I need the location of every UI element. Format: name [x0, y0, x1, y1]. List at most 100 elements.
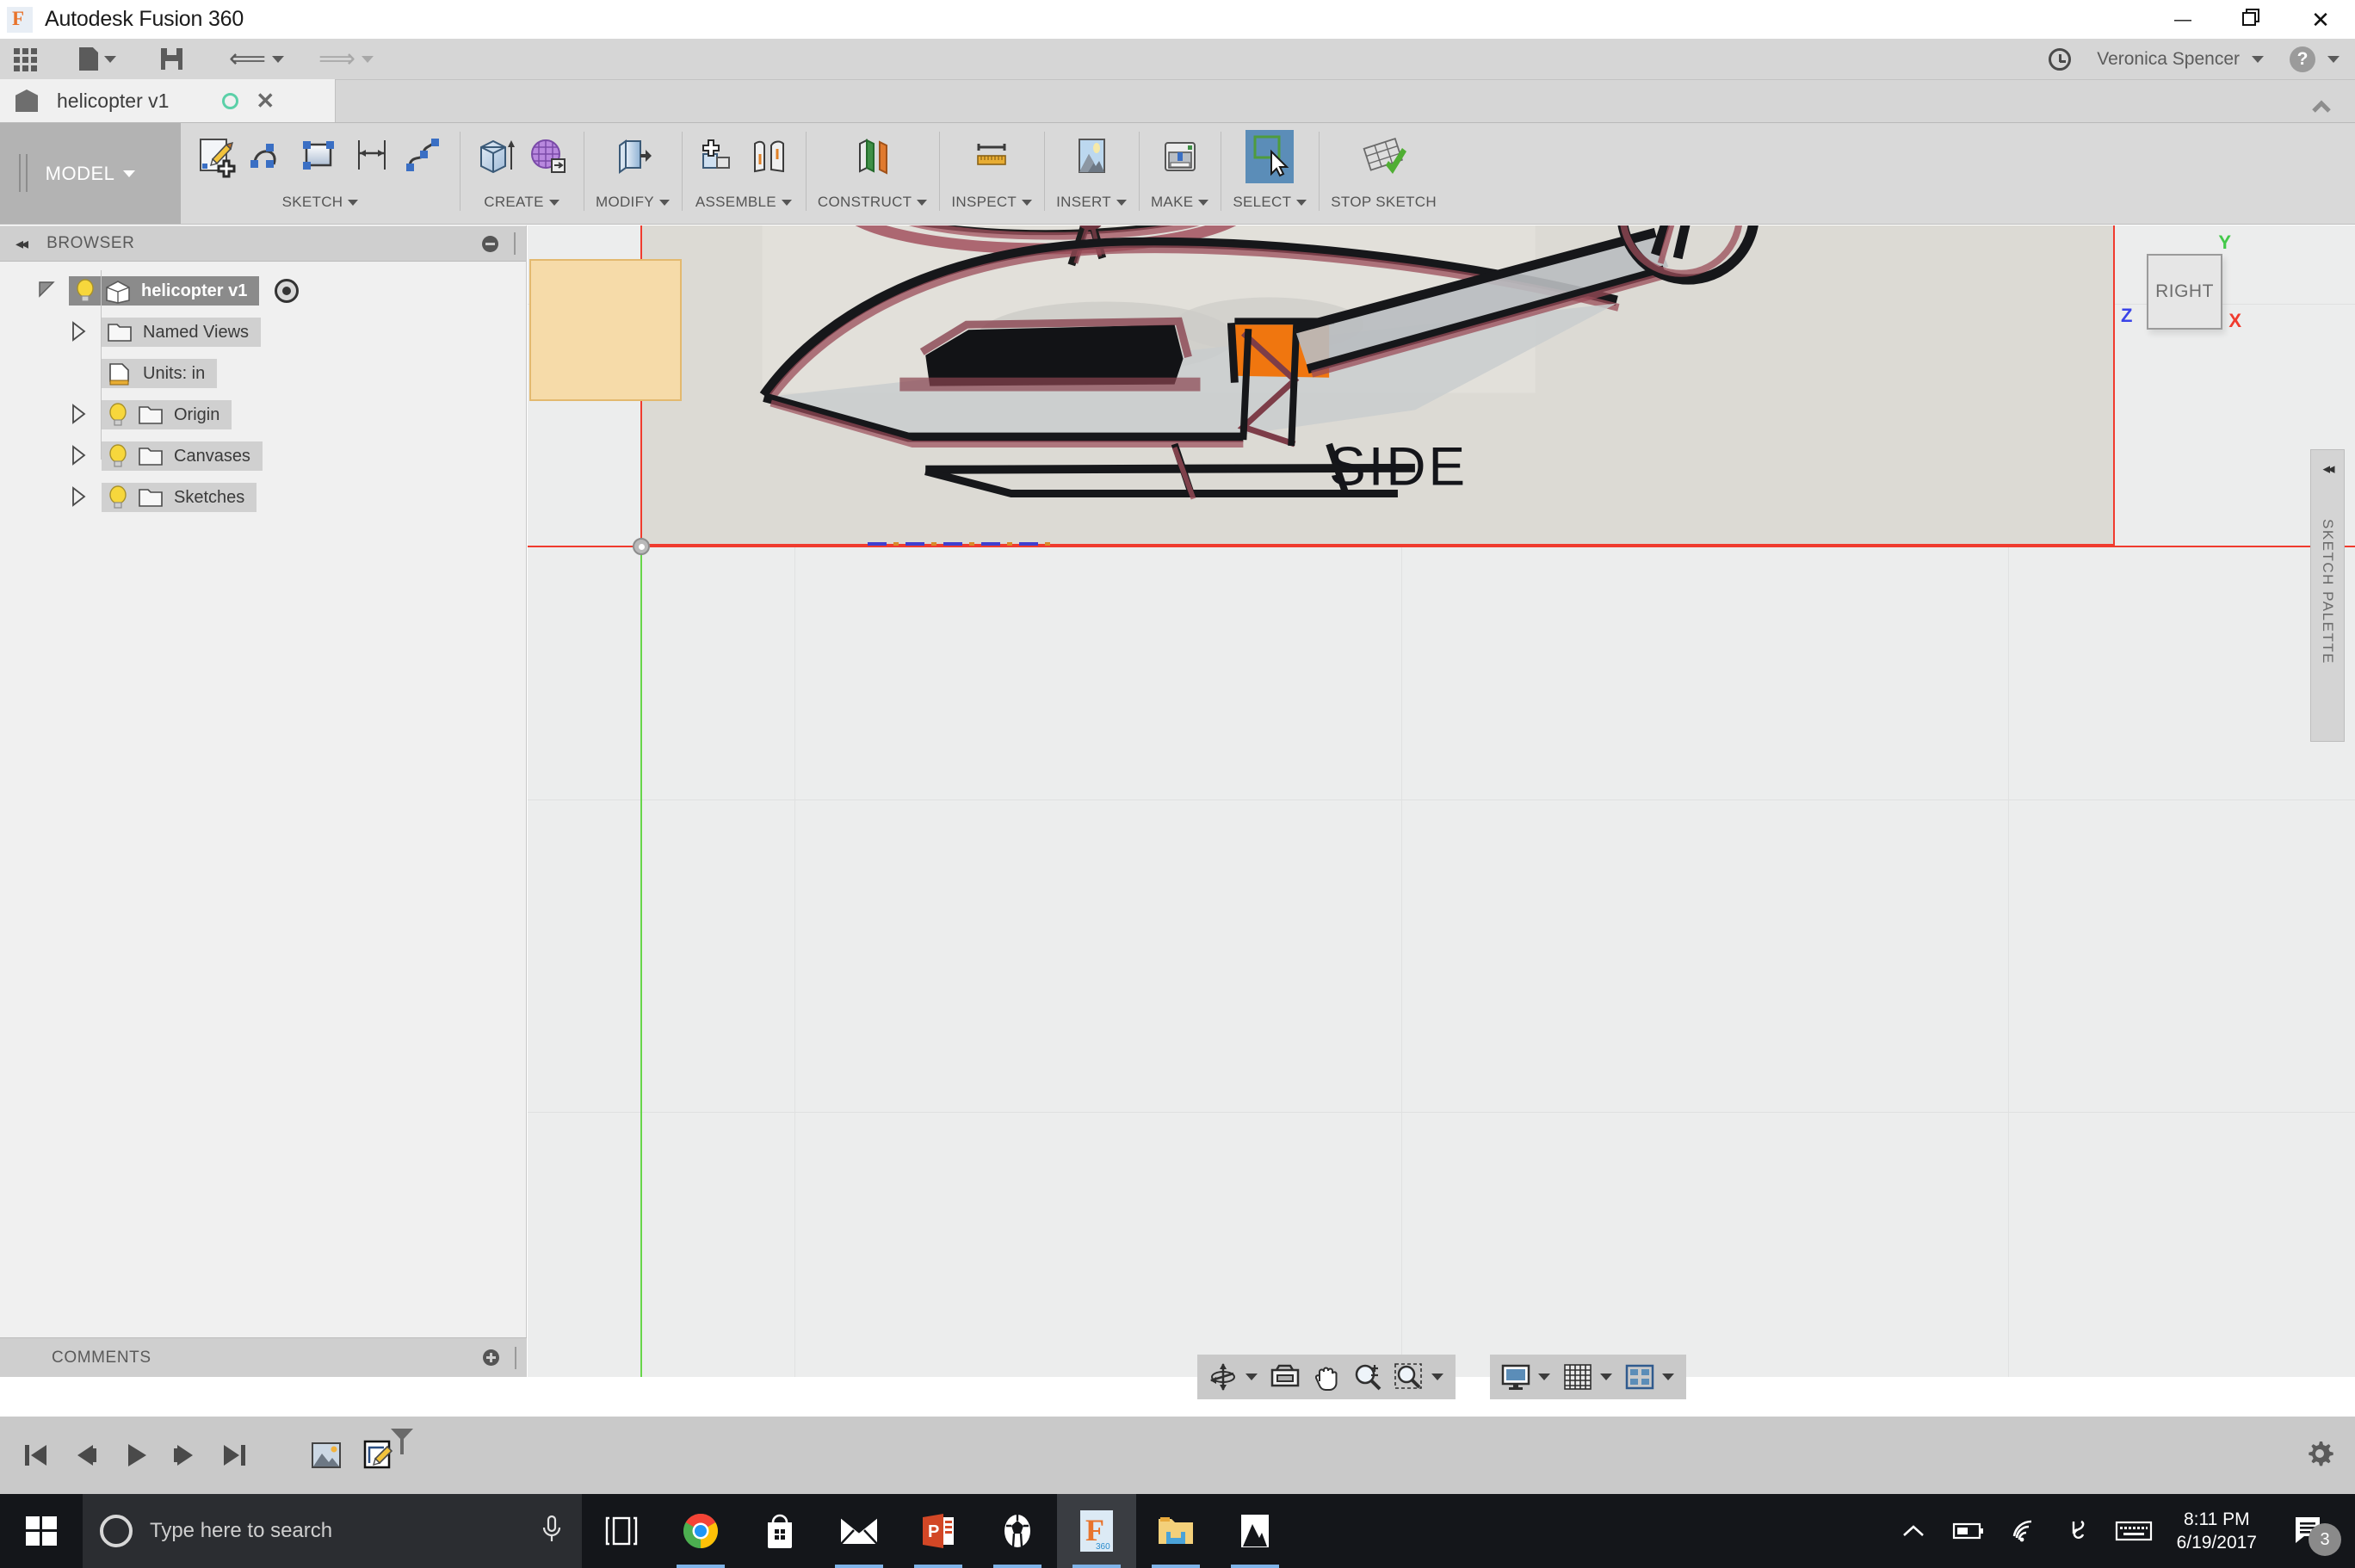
pen-icon[interactable] — [2051, 1494, 2106, 1568]
new-component-icon[interactable] — [694, 130, 742, 183]
chevron-down-icon[interactable] — [1661, 1374, 1674, 1380]
pan-hand-icon[interactable] — [1307, 1358, 1345, 1396]
wifi-icon[interactable] — [1996, 1494, 2051, 1568]
ribbon-group-label-inspect[interactable]: INSPECT — [951, 194, 1033, 211]
offset-plane-icon[interactable] — [849, 130, 897, 183]
visibility-bulb-icon[interactable] — [107, 402, 129, 428]
taskbar-clock[interactable]: 8:11 PM 6/19/2017 — [2161, 1508, 2272, 1555]
insert-canvas-icon[interactable] — [1067, 130, 1116, 183]
workspace-selector-model[interactable]: MODEL — [0, 123, 181, 224]
grid-snap-icon[interactable] — [1559, 1358, 1597, 1396]
rectangle-icon[interactable] — [296, 130, 344, 183]
select-cursor-icon[interactable] — [1245, 130, 1295, 183]
document-tab-helicopter[interactable]: helicopter v1 ✕ — [0, 79, 336, 122]
redo-button[interactable]: ⟹ — [313, 41, 379, 77]
joint-icon[interactable] — [745, 130, 794, 183]
twist-closed-icon[interactable] — [69, 444, 93, 468]
app-grid-icon[interactable] — [14, 47, 37, 71]
ribbon-group-label-assemble[interactable]: ASSEMBLE — [695, 194, 792, 211]
save-button[interactable] — [156, 41, 188, 77]
resize-gripper[interactable] — [515, 1346, 522, 1369]
photos-icon[interactable] — [1215, 1494, 1295, 1568]
minimize-button[interactable]: — — [2148, 0, 2217, 39]
taskbar-search-box[interactable]: Type here to search — [83, 1494, 582, 1568]
orbit-icon[interactable] — [1204, 1358, 1242, 1396]
microphone-icon[interactable] — [539, 1514, 565, 1549]
viewports-icon[interactable] — [1621, 1358, 1659, 1396]
sketch-palette-strip[interactable]: ◂◂ SKETCH PALETTE — [2310, 449, 2345, 742]
expand-sketch-palette-icon[interactable]: ◂◂ — [2322, 460, 2334, 478]
ribbon-group-label-select[interactable]: SELECT — [1233, 194, 1307, 211]
dimension-icon[interactable] — [348, 130, 396, 183]
activate-component-icon[interactable] — [275, 279, 300, 303]
measure-icon[interactable] — [967, 130, 1016, 183]
step-back-icon[interactable] — [62, 1432, 108, 1478]
sketch-feature-icon[interactable] — [356, 1429, 413, 1478]
action-center-icon[interactable]: 3 — [2272, 1494, 2346, 1568]
tree-item-helicopter[interactable]: helicopter v1 — [0, 270, 526, 312]
new-document-button[interactable] — [74, 41, 121, 77]
chevron-down-icon[interactable] — [2252, 55, 2264, 63]
ribbon-group-label-insert[interactable]: INSERT — [1056, 194, 1127, 211]
twist-closed-icon[interactable] — [69, 485, 93, 509]
ribbon-group-label-make[interactable]: MAKE — [1151, 194, 1209, 211]
display-settings-icon[interactable] — [1497, 1358, 1535, 1396]
twist-open-icon[interactable] — [36, 279, 60, 303]
close-button[interactable]: ✕ — [2286, 0, 2355, 39]
timeline-marker-icon[interactable] — [389, 1427, 415, 1460]
visibility-bulb-icon[interactable] — [74, 278, 96, 304]
mail-icon[interactable] — [819, 1494, 899, 1568]
add-comment-icon[interactable] — [483, 1349, 499, 1366]
minimize-browser-icon[interactable] — [482, 235, 498, 252]
chevron-down-icon[interactable] — [1431, 1374, 1443, 1380]
file-explorer-icon[interactable] — [1136, 1494, 1215, 1568]
go-to-beginning-icon[interactable] — [12, 1432, 59, 1478]
visibility-bulb-icon[interactable] — [107, 485, 129, 510]
twist-closed-icon[interactable] — [69, 320, 93, 344]
arc-icon[interactable] — [244, 130, 293, 183]
tree-item-units[interactable]: Units: in — [0, 353, 526, 394]
keyboard-icon[interactable] — [2106, 1494, 2161, 1568]
collapse-ribbon-button[interactable] — [2307, 98, 2355, 122]
play-icon[interactable] — [112, 1432, 158, 1478]
chevron-down-icon[interactable] — [1599, 1374, 1612, 1380]
3d-print-icon[interactable] — [1156, 130, 1204, 183]
powerpoint-icon[interactable]: P — [899, 1494, 978, 1568]
soccer-app-icon[interactable] — [978, 1494, 1057, 1568]
collapse-browser-icon[interactable]: ◂◂ — [15, 235, 28, 253]
fit-zoom-icon[interactable] — [1390, 1358, 1428, 1396]
helicopter-reference-canvas[interactable]: SIDE — [640, 225, 2115, 546]
comments-panel-header[interactable]: COMMENTS — [0, 1337, 527, 1377]
tree-item-sketches[interactable]: Sketches — [0, 477, 526, 518]
close-icon[interactable]: ✕ — [256, 88, 275, 114]
tree-item-canvases[interactable]: Canvases — [0, 435, 526, 477]
look-at-icon[interactable] — [1266, 1358, 1304, 1396]
windows-start-icon[interactable] — [0, 1494, 83, 1568]
job-status-clock-icon[interactable] — [2049, 47, 2072, 71]
sketch-origin-point[interactable] — [633, 538, 650, 555]
create-sketch-icon[interactable] — [193, 130, 241, 183]
show-hidden-icons-icon[interactable] — [1886, 1494, 1941, 1568]
battery-icon[interactable] — [1941, 1494, 1996, 1568]
visibility-bulb-icon[interactable] — [107, 443, 129, 469]
create-form-icon[interactable] — [523, 130, 572, 183]
help-icon[interactable]: ? — [2290, 46, 2315, 72]
chevron-down-icon[interactable] — [2327, 55, 2340, 63]
ribbon-group-label-stop-sketch[interactable]: STOP SKETCH — [1331, 194, 1437, 211]
view-cube[interactable]: RIGHT Y X Z — [2121, 231, 2243, 331]
ribbon-group-label-modify[interactable]: MODIFY — [596, 194, 670, 211]
modeling-canvas[interactable]: SIDE SIDE RIGHT Y X Z — [528, 225, 2355, 1377]
sketch-rectangle[interactable] — [529, 259, 682, 401]
ribbon-group-label-construct[interactable]: CONSTRUCT — [818, 194, 928, 211]
maximize-button[interactable] — [2217, 0, 2286, 39]
zoom-icon[interactable] — [1349, 1358, 1387, 1396]
fusion-360-icon[interactable]: F 360 — [1057, 1494, 1136, 1568]
chevron-down-icon[interactable] — [1537, 1374, 1550, 1380]
construction-line[interactable] — [868, 542, 1053, 546]
press-pull-icon[interactable] — [609, 130, 657, 183]
view-cube-face[interactable]: RIGHT — [2147, 254, 2222, 330]
undo-button[interactable]: ⟸ — [224, 41, 289, 77]
microsoft-store-icon[interactable] — [740, 1494, 819, 1568]
task-view-icon[interactable] — [582, 1494, 661, 1568]
extrude-icon[interactable] — [472, 130, 520, 183]
